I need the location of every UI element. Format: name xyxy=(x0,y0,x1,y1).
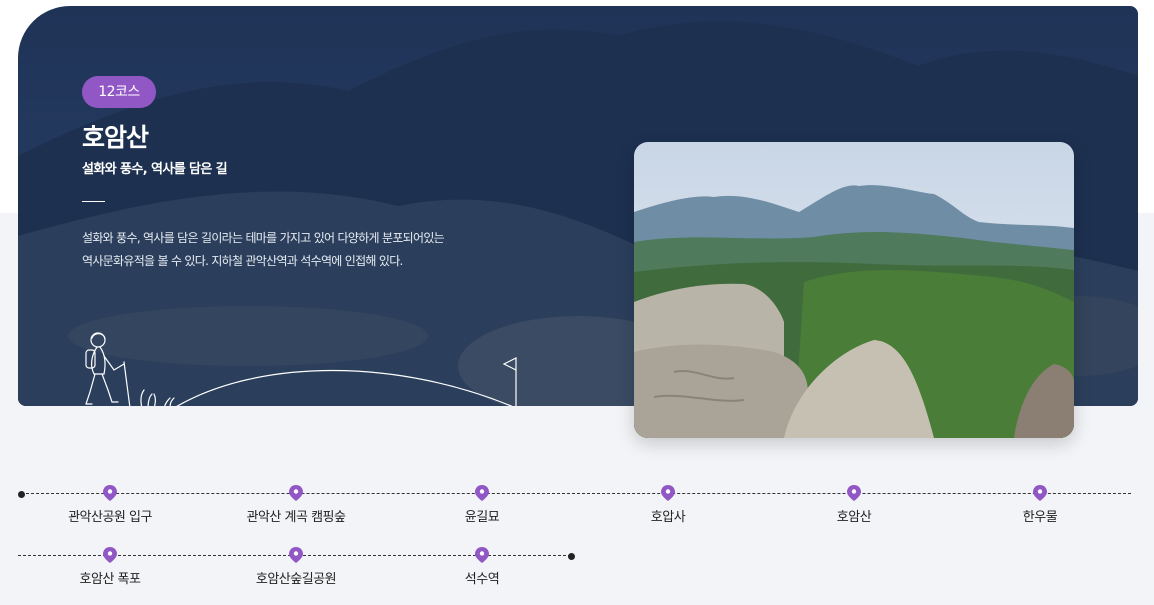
title-divider xyxy=(82,201,105,202)
route-stop-label: 호암산숲길공원 xyxy=(255,572,337,587)
route-stop[interactable]: 석수역 xyxy=(392,547,572,587)
course-title: 호암산 xyxy=(82,123,149,152)
description-line-2: 역사문화유적을 볼 수 있다. 지하철 관악산역과 석수역에 인접해 있다. xyxy=(82,254,403,268)
route-stop-label: 관악산공원 입구 xyxy=(68,510,152,525)
route-stop[interactable]: 호압사 xyxy=(578,485,758,525)
map-pin-icon xyxy=(103,547,117,563)
hiker-illustration xyxy=(85,332,517,406)
route-stop[interactable]: 호암산숲길공원 xyxy=(206,547,386,587)
description-line-1: 설화와 풍수, 역사를 담은 길이라는 테마를 가지고 있어 다양하게 분포되어… xyxy=(82,231,445,245)
route-stop-label: 호암산 폭포 xyxy=(79,572,141,587)
route-stop-label: 윤길묘 xyxy=(464,510,500,525)
course-subtitle: 설화와 풍수, 역사를 담은 길 xyxy=(82,162,228,177)
map-pin-icon xyxy=(475,547,489,563)
map-pin-icon xyxy=(475,485,489,501)
route-stop-label: 석수역 xyxy=(464,572,500,587)
course-photo xyxy=(634,142,1074,438)
route-stop[interactable]: 관악산공원 입구 xyxy=(20,485,200,525)
map-pin-icon xyxy=(289,485,303,501)
map-pin-icon xyxy=(661,485,675,501)
map-pin-icon xyxy=(103,485,117,501)
route-stop[interactable]: 호암산 폭포 xyxy=(20,547,200,587)
route-stop-label: 관악산 계곡 캠핑숲 xyxy=(246,510,346,525)
route-stop[interactable]: 관악산 계곡 캠핑숲 xyxy=(206,485,386,525)
route-stop-label: 호압사 xyxy=(650,510,686,525)
route-stop[interactable]: 호암산 xyxy=(764,485,944,525)
route-stop[interactable]: 윤길묘 xyxy=(392,485,572,525)
map-pin-icon xyxy=(847,485,861,501)
map-pin-icon xyxy=(289,547,303,563)
route-stop-label: 호암산 xyxy=(836,510,872,525)
route-stop[interactable]: 한우물 xyxy=(950,485,1130,525)
map-pin-icon xyxy=(1033,485,1047,501)
mountain-photo-image xyxy=(634,142,1074,438)
route-stop-label: 한우물 xyxy=(1022,510,1058,525)
course-number-badge: 12코스 xyxy=(82,76,156,108)
course-description: 설화와 풍수, 역사를 담은 길이라는 테마를 가지고 있어 다양하게 분포되어… xyxy=(82,227,542,273)
